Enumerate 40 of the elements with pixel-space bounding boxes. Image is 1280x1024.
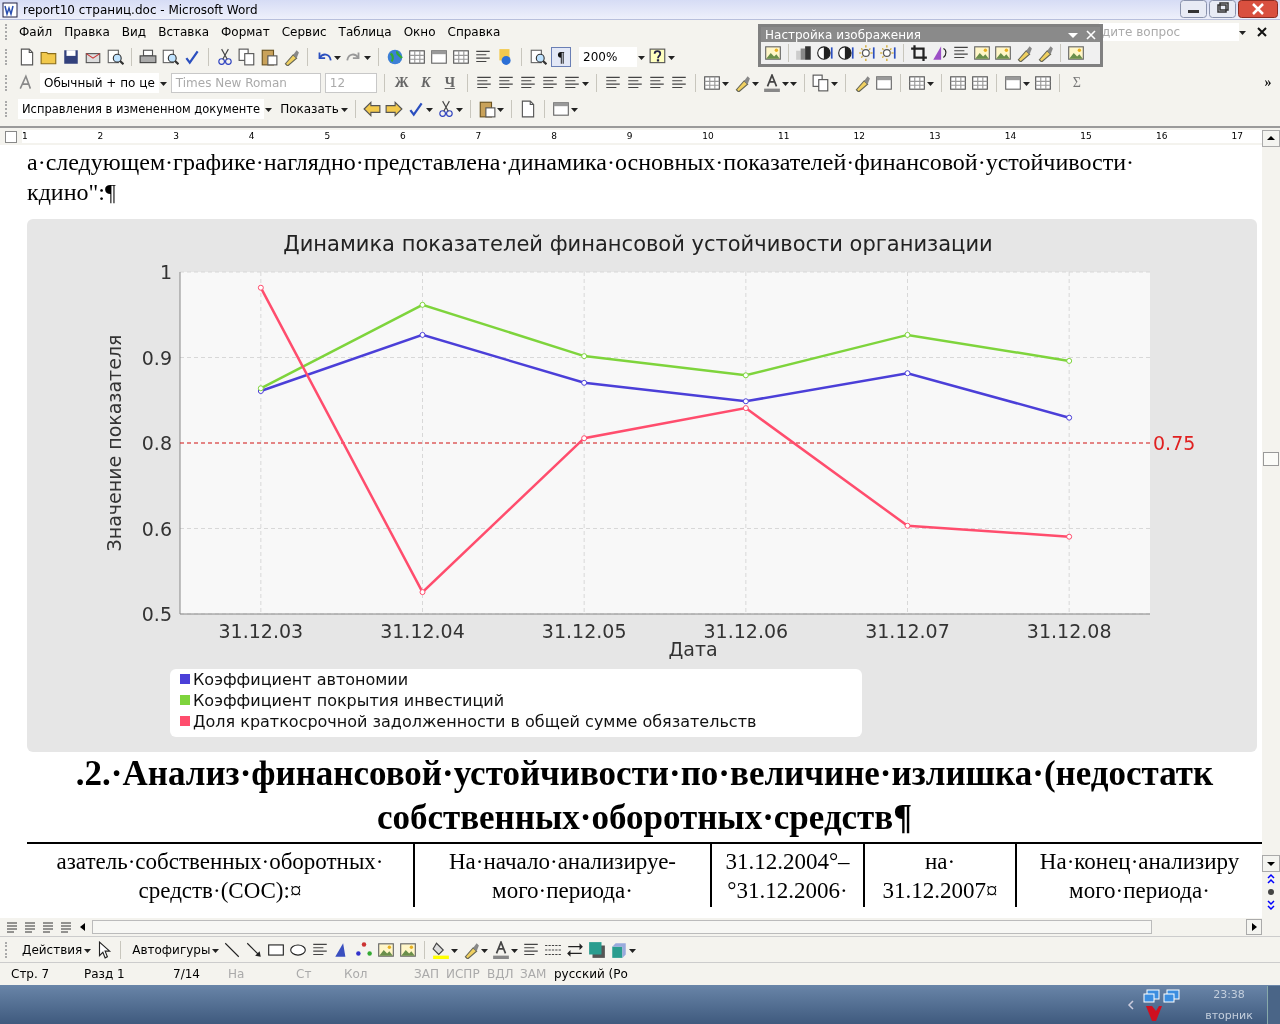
legend-label: Коэффициент покрытия инвестиций <box>193 691 505 710</box>
x-tick-label: 31.12.03 <box>218 620 304 642</box>
table-header-cell: На·начало·анализируе- мого·периода· <box>415 844 712 907</box>
status-item: ЗАМ <box>520 967 548 981</box>
section-heading: собственных·оборотных·средств¶ <box>375 797 914 839</box>
x-tick-label: 31.12.05 <box>541 620 627 642</box>
y-tick-label: 0.6 <box>141 517 172 540</box>
status-item: Стр. 7 <box>11 967 51 981</box>
status-item: русский (Ро <box>554 967 629 981</box>
y-axis-title: Значение показателя <box>103 334 125 552</box>
toolbar-title: Настройка изображения <box>765 27 922 42</box>
paragraph-line: а·следующем·графике·наглядно·представлена·динамика·основных·показателей·финансовой·устойчивости· <box>27 148 1134 177</box>
clock-day: вторник <box>1205 1008 1253 1022</box>
status-item: Разд 1 <box>84 967 126 981</box>
y-tick-label: 0.8 <box>141 432 172 454</box>
paragraph-line: кдино":¶ <box>27 178 116 207</box>
x-tick-label: 31.12.07 <box>865 620 950 642</box>
section-heading: .2.·Анализ·финансовой·устойчивости·по·величине·излишка·(недостатк <box>74 753 1215 795</box>
x-tick-label: 31.12.08 <box>1026 620 1112 642</box>
window-title: report10 страниц.doc - Microsoft Word <box>23 2 258 17</box>
table-header-cell: на· 31.12.2007¤ <box>865 844 1017 907</box>
status-item: Ст <box>296 967 313 981</box>
legend-label: Доля краткосрочной задолженности в общей сумме обязательств <box>193 712 757 731</box>
reference-label: 0.75 <box>1153 432 1196 454</box>
status-item: Кол <box>344 967 369 981</box>
status-item: ВДЛ <box>487 967 515 981</box>
status-item: ИСПР <box>446 967 481 981</box>
y-tick-label: 0.9 <box>141 346 172 369</box>
chart-title: Динамика показателей финансовой устойчивости организации <box>283 232 993 256</box>
table-header-cell: 31.12.2004°– °31.12.2006· <box>712 844 865 907</box>
y-tick-label: 1 <box>159 261 172 283</box>
table-header-cell-text: На·конец·анализиру мого·периода· <box>1038 848 1241 905</box>
y-tick-label: 0.5 <box>141 603 172 625</box>
status-item: На <box>228 967 246 981</box>
status-item: 7/14 <box>173 967 201 981</box>
table-header-cell: азатель·собственных·оборотных· средств·(СОС):¤ <box>27 844 415 907</box>
legend-label: Коэффициент автономии <box>193 670 409 689</box>
status-item: ЗАП <box>414 967 440 981</box>
x-tick-label: 31.12.04 <box>380 620 465 642</box>
clock-time: 23:38 <box>1213 987 1245 1001</box>
